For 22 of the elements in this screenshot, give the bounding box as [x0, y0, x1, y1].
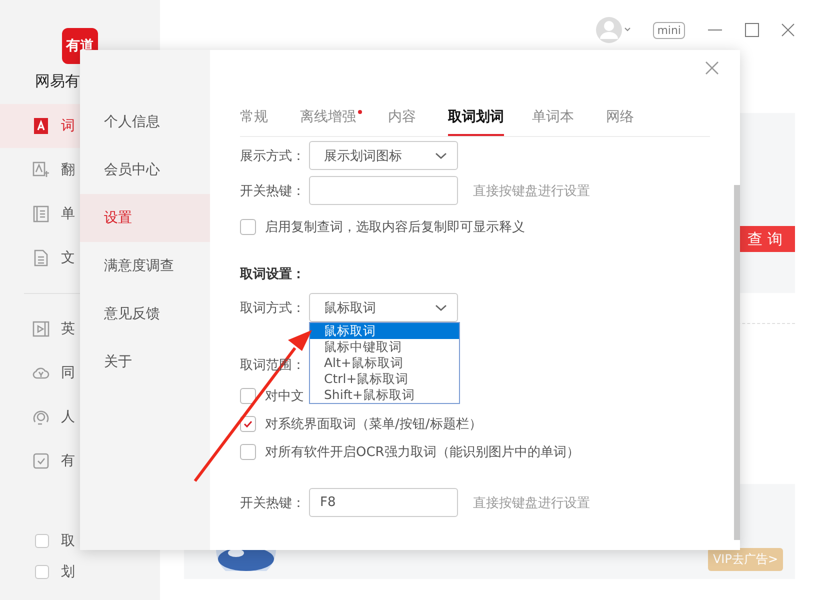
checkbox-label: 启用复制查词，选取内容后复制即可显示释义: [265, 219, 525, 236]
field-label: 开关热键：: [240, 494, 306, 512]
nav-label: 有: [61, 452, 75, 470]
hotkey-hint: 直接按键盘进行设置: [473, 182, 590, 200]
option-label: 取: [61, 532, 75, 550]
app-name: 网易有: [35, 72, 80, 91]
section-title: 取词设置：: [240, 266, 305, 283]
nav-label: 词: [61, 117, 75, 135]
nav-label: 文: [61, 249, 75, 267]
option-label: 划: [61, 562, 75, 580]
nav-label: 同: [61, 364, 75, 382]
field-label: 取词方式：: [240, 300, 306, 316]
checkbox-label: 对系统界面取词（菜单/按钮/标题栏）: [265, 416, 482, 433]
nav-label: 人: [61, 408, 75, 426]
nav-label: 英: [61, 320, 75, 338]
checkbox-label: 对所有软件开启OCR强力取词（能识别图片中的单词）: [265, 444, 580, 461]
nav-label: 单: [61, 205, 75, 223]
checkbox-label: 对中文: [265, 388, 304, 405]
nav-label: 翻: [61, 161, 75, 179]
hotkey-hint: 直接按键盘进行设置: [473, 494, 590, 512]
field-label: 展示方式：: [240, 148, 306, 164]
field-label: 开关热键：: [240, 182, 306, 200]
